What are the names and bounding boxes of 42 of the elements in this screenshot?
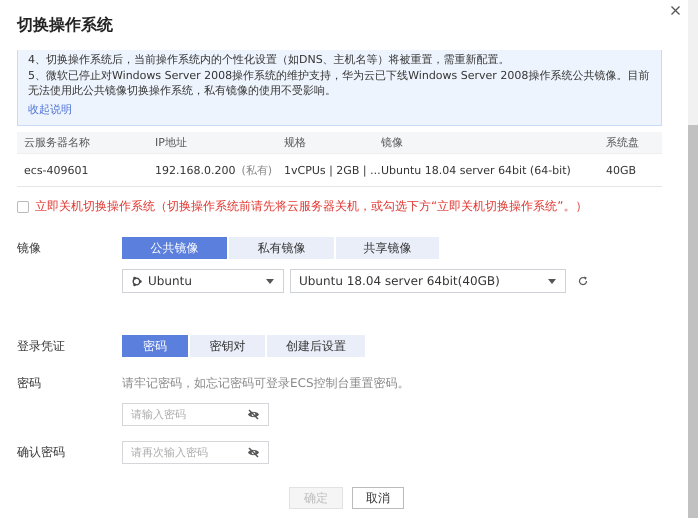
column-header: 规格 [284,135,307,150]
ubuntu-logo-icon [131,276,142,286]
column-header: IP地址 [155,135,188,150]
dialog-title: 切换操作系统 [17,14,113,36]
column-header: 镜像 [381,135,404,150]
cancel-button[interactable]: 取消 [352,487,404,509]
collapse-link[interactable]: 收起说明 [28,102,72,117]
password-field[interactable]: 请输入密码 [122,403,269,426]
field-label: 镜像 [17,240,42,256]
ip-note: (私有) [241,164,272,176]
caret-icon [266,279,274,284]
column-header: 系统盘 [606,135,640,150]
tab[interactable]: 公共镜像 [122,237,227,259]
tab[interactable]: 私有镜像 [229,237,334,259]
caret-icon [548,279,556,284]
checkbox-label: 立即关机切换操作系统（切换操作系统前请先将云服务器关机，或勾选下方“立即关机切换操作系统”。） [35,198,588,215]
scrollbar[interactable] [688,0,698,518]
os-dropdown[interactable]: Ubuntu [122,269,284,293]
field-label: 密码 [17,375,42,392]
password-field[interactable]: 请再次输入密码 [122,441,269,464]
table-cell-text: ecs-409601 [24,164,90,176]
tab[interactable]: 密钥对 [190,335,265,357]
notice-text: 4、切换操作系统后，当前操作系统内的个性化设置（如DNS、主机名等）将被重置，需重新配置。 [28,52,511,68]
field-label: 确认密码 [17,444,66,461]
version-dropdown[interactable]: Ubuntu 18.04 server 64bit(40GB) [290,269,566,293]
notice-text: 5、微软已停止对Windows Server 2008操作系统的维护支持，华为云已下线Windows Server 2008操作系统公共镜像。目前无法使用此公共镜像切换操作系统，私有镜像的使用不受影响。 [28,68,650,98]
tab[interactable]: 创建后设置 [267,335,365,357]
table-cell: 1vCPUs | 2GB | ... [284,164,381,176]
scrollbar-thumb[interactable] [688,125,698,518]
eye-slash-icon[interactable] [247,409,260,420]
hint-text: 请牢记密码，如忘记密码可登录ECS控制台重置密码。 [122,375,410,392]
field-label: 登录凭证 [17,338,66,354]
checkbox[interactable] [17,200,29,212]
eye-slash-icon[interactable] [247,447,260,458]
tab[interactable]: 密码 [122,335,188,357]
refresh-icon[interactable] [578,276,588,286]
column-header: 云服务器名称 [24,135,91,150]
tab[interactable]: 共享镜像 [336,237,439,259]
table-cell-text: 40GB [606,164,638,176]
table-cell-text: Ubuntu 18.04 server 64bit (64-bit) [381,164,572,176]
close-icon[interactable] [671,6,680,14]
table-cell: 192.168.0.200 [155,164,236,176]
